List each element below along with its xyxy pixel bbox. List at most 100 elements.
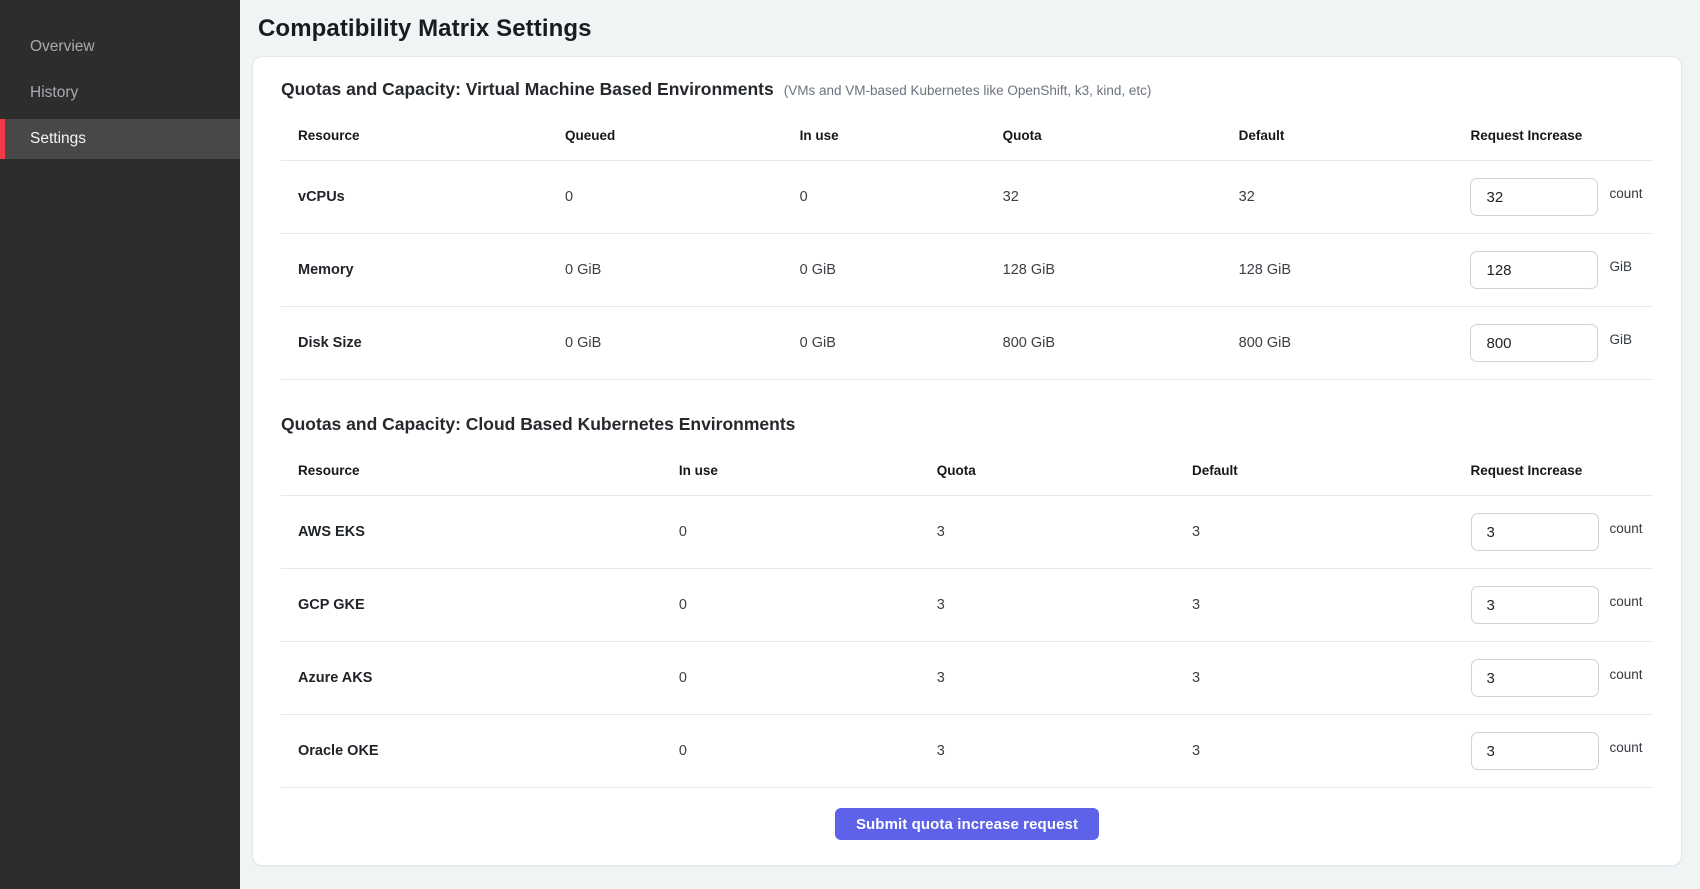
table-row: AWS EKS033count xyxy=(281,496,1653,569)
sidebar-item-label: Overview xyxy=(30,38,95,56)
page-title: Compatibility Matrix Settings xyxy=(258,15,1682,43)
section-subtitle: (VMs and VM-based Kubernetes like OpenSh… xyxy=(784,83,1152,98)
table-row: Memory0 GiB0 GiB128 GiB128 GiBGiB xyxy=(281,234,1653,307)
unit-label: count xyxy=(1609,186,1642,201)
value-cell: 32 xyxy=(1003,161,1239,234)
request-increase-input[interactable] xyxy=(1471,659,1599,697)
sidebar-item-label: History xyxy=(30,84,78,102)
value-cell: 800 GiB xyxy=(1239,307,1471,380)
unit-label: count xyxy=(1610,667,1643,682)
value-cell: 0 GiB xyxy=(800,307,1003,380)
column-header: Queued xyxy=(565,124,800,161)
settings-card: Quotas and Capacity: Virtual Machine Bas… xyxy=(252,56,1682,866)
quota-table: ResourceQueuedIn useQuotaDefaultRequest … xyxy=(281,124,1653,380)
column-header: Request Increase xyxy=(1470,124,1653,161)
request-increase-input[interactable] xyxy=(1470,251,1598,289)
unit-label: GiB xyxy=(1609,332,1632,347)
unit-label: GiB xyxy=(1609,259,1632,274)
page-header: Compatibility Matrix Settings xyxy=(252,0,1682,56)
value-cell: 128 GiB xyxy=(1239,234,1471,307)
unit-label: count xyxy=(1610,740,1643,755)
request-increase-wrap: count xyxy=(1471,586,1654,624)
value-cell: 0 xyxy=(565,161,800,234)
request-increase-wrap: count xyxy=(1471,513,1654,551)
value-cell: 800 GiB xyxy=(1003,307,1239,380)
resource-name-cell: Disk Size xyxy=(281,307,565,380)
sidebar-item-settings[interactable]: Settings xyxy=(0,119,240,159)
value-cell: 0 GiB xyxy=(800,234,1003,307)
column-header: Default xyxy=(1239,124,1471,161)
request-increase-cell: count xyxy=(1471,496,1654,569)
request-increase-cell: GiB xyxy=(1470,234,1653,307)
resource-name-cell: GCP GKE xyxy=(281,569,679,642)
request-increase-input[interactable] xyxy=(1471,513,1599,551)
request-increase-input[interactable] xyxy=(1470,324,1598,362)
value-cell: 0 xyxy=(679,496,937,569)
quota-section: Quotas and Capacity: Cloud Based Kuberne… xyxy=(281,414,1653,788)
request-increase-cell: count xyxy=(1471,569,1654,642)
value-cell: 3 xyxy=(1192,715,1471,788)
request-increase-wrap: count xyxy=(1471,732,1654,770)
column-header: In use xyxy=(679,459,937,496)
value-cell: 3 xyxy=(1192,642,1471,715)
quota-table: ResourceIn useQuotaDefaultRequest Increa… xyxy=(281,459,1653,788)
header-row: ResourceIn useQuotaDefaultRequest Increa… xyxy=(281,459,1653,496)
request-increase-wrap: count xyxy=(1470,178,1653,216)
column-header: Quota xyxy=(1003,124,1239,161)
value-cell: 3 xyxy=(1192,569,1471,642)
value-cell: 0 GiB xyxy=(565,307,800,380)
value-cell: 0 GiB xyxy=(565,234,800,307)
section-title: Quotas and Capacity: Cloud Based Kuberne… xyxy=(281,414,795,435)
table-row: GCP GKE033count xyxy=(281,569,1653,642)
header-row: ResourceQueuedIn useQuotaDefaultRequest … xyxy=(281,124,1653,161)
request-increase-input[interactable] xyxy=(1470,178,1598,216)
sidebar-item-history[interactable]: History xyxy=(0,73,240,113)
value-cell: 128 GiB xyxy=(1003,234,1239,307)
resource-name-cell: Azure AKS xyxy=(281,642,679,715)
column-header: Default xyxy=(1192,459,1471,496)
value-cell: 0 xyxy=(800,161,1003,234)
sidebar: Overview History Settings xyxy=(0,0,240,889)
request-increase-wrap: GiB xyxy=(1470,251,1653,289)
request-increase-cell: count xyxy=(1471,715,1654,788)
value-cell: 3 xyxy=(1192,496,1471,569)
request-increase-cell: count xyxy=(1470,161,1653,234)
value-cell: 0 xyxy=(679,715,937,788)
value-cell: 32 xyxy=(1239,161,1471,234)
resource-name-cell: Memory xyxy=(281,234,565,307)
main-content: Compatibility Matrix Settings Quotas and… xyxy=(240,0,1700,889)
request-increase-cell: GiB xyxy=(1470,307,1653,380)
request-increase-wrap: count xyxy=(1471,659,1654,697)
table-row: Oracle OKE033count xyxy=(281,715,1653,788)
value-cell: 0 xyxy=(679,642,937,715)
quota-section: Quotas and Capacity: Virtual Machine Bas… xyxy=(281,79,1653,380)
button-row: Submit quota increase request xyxy=(281,808,1653,840)
section-title: Quotas and Capacity: Virtual Machine Bas… xyxy=(281,79,774,100)
unit-label: count xyxy=(1610,521,1643,536)
value-cell: 3 xyxy=(937,642,1192,715)
request-increase-input[interactable] xyxy=(1471,732,1599,770)
unit-label: count xyxy=(1610,594,1643,609)
request-increase-wrap: GiB xyxy=(1470,324,1653,362)
resource-name-cell: Oracle OKE xyxy=(281,715,679,788)
column-header: In use xyxy=(800,124,1003,161)
submit-quota-button[interactable]: Submit quota increase request xyxy=(835,808,1099,840)
column-header: Resource xyxy=(281,459,679,496)
value-cell: 3 xyxy=(937,569,1192,642)
table-row: Disk Size0 GiB0 GiB800 GiB800 GiBGiB xyxy=(281,307,1653,380)
value-cell: 3 xyxy=(937,496,1192,569)
request-increase-cell: count xyxy=(1471,642,1654,715)
column-header: Resource xyxy=(281,124,565,161)
table-row: vCPUs003232count xyxy=(281,161,1653,234)
sidebar-item-label: Settings xyxy=(30,130,86,148)
table-row: Azure AKS033count xyxy=(281,642,1653,715)
resource-name-cell: vCPUs xyxy=(281,161,565,234)
section-heading: Quotas and Capacity: Cloud Based Kuberne… xyxy=(281,414,1653,435)
app-root: Overview History Settings Compatibility … xyxy=(0,0,1700,889)
column-header: Quota xyxy=(937,459,1192,496)
value-cell: 3 xyxy=(937,715,1192,788)
request-increase-input[interactable] xyxy=(1471,586,1599,624)
value-cell: 0 xyxy=(679,569,937,642)
sections: Quotas and Capacity: Virtual Machine Bas… xyxy=(281,79,1653,788)
sidebar-item-overview[interactable]: Overview xyxy=(0,27,240,67)
